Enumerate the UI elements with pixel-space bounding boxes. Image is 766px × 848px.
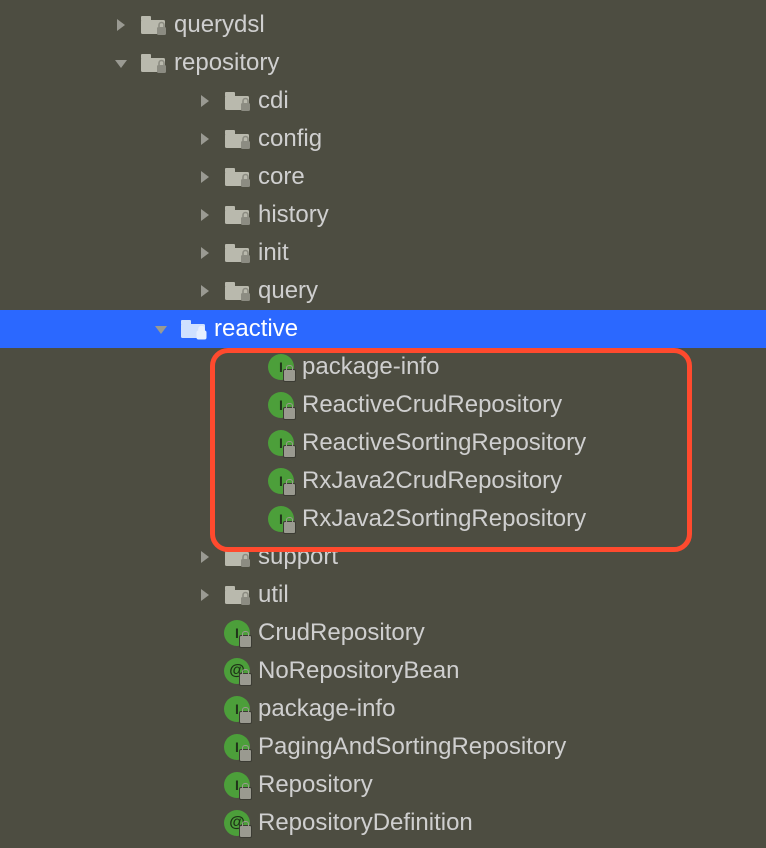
folder-locked-icon bbox=[224, 128, 252, 150]
interface-icon: I bbox=[224, 734, 250, 760]
tree-item-label: package-info bbox=[258, 695, 395, 723]
tree-item-init[interactable]: init bbox=[0, 234, 766, 272]
triangle-right-icon[interactable] bbox=[196, 283, 214, 299]
tree-item-querydsl[interactable]: querydsl bbox=[0, 6, 766, 44]
triangle-right-icon[interactable] bbox=[196, 587, 214, 603]
tree-item-PagingAndSortingRepository[interactable]: I PagingAndSortingRepository bbox=[0, 728, 766, 766]
tree-item-ReactiveSortingRepository[interactable]: I ReactiveSortingRepository bbox=[0, 424, 766, 462]
tree-item-label: support bbox=[258, 543, 338, 571]
tree-item-label: RxJava2SortingRepository bbox=[302, 505, 586, 533]
tree-item-pkg-info-2[interactable]: Ipackage-info bbox=[0, 690, 766, 728]
triangle-right-icon[interactable] bbox=[196, 131, 214, 147]
tree-item-RxJava2SortingRepository[interactable]: I RxJava2SortingRepository bbox=[0, 500, 766, 538]
tree-item-label: util bbox=[258, 581, 289, 609]
tree-item-label: ReactiveSortingRepository bbox=[302, 429, 586, 457]
tree-item-NoRepositoryBean[interactable]: @ NoRepositoryBean bbox=[0, 652, 766, 690]
annotation-icon: @ bbox=[224, 810, 250, 836]
tree-item-util[interactable]: util bbox=[0, 576, 766, 614]
tree-item-label: reactive bbox=[214, 315, 298, 343]
tree-item-RepositoryDefinition[interactable]: @ RepositoryDefinition bbox=[0, 804, 766, 842]
tree-item-support[interactable]: support bbox=[0, 538, 766, 576]
tree-item-Repository[interactable]: I Repository bbox=[0, 766, 766, 804]
tree-item-label: core bbox=[258, 163, 305, 191]
tree-item-label: config bbox=[258, 125, 322, 153]
tree-item-RxJava2CrudRepository[interactable]: I RxJava2CrudRepository bbox=[0, 462, 766, 500]
folder-locked-icon bbox=[224, 546, 252, 568]
tree-item-history[interactable]: history bbox=[0, 196, 766, 234]
triangle-right-icon[interactable] bbox=[196, 207, 214, 223]
tree-item-label: Repository bbox=[258, 771, 373, 799]
folder-locked-icon bbox=[224, 166, 252, 188]
triangle-right-icon[interactable] bbox=[196, 549, 214, 565]
interface-icon: I bbox=[268, 430, 294, 456]
tree-item-pkg-info-1[interactable]: Ipackage-info bbox=[0, 348, 766, 386]
folder-locked-icon bbox=[224, 204, 252, 226]
tree-item-label: query bbox=[258, 277, 318, 305]
tree-item-label: init bbox=[258, 239, 289, 267]
folder-locked-icon bbox=[224, 584, 252, 606]
tree-item-label: cdi bbox=[258, 87, 289, 115]
interface-icon: I bbox=[268, 506, 294, 532]
annotation-icon: @ bbox=[224, 658, 250, 684]
folder-locked-icon bbox=[224, 242, 252, 264]
triangle-right-icon[interactable] bbox=[196, 93, 214, 109]
folder-locked-icon bbox=[224, 280, 252, 302]
tree-item-cdi[interactable]: cdi bbox=[0, 82, 766, 120]
tree-item-reactive[interactable]: reactive bbox=[0, 310, 766, 348]
folder-locked-icon bbox=[140, 14, 168, 36]
tree-item-core[interactable]: core bbox=[0, 158, 766, 196]
tree-item-label: repository bbox=[174, 49, 279, 77]
folder-locked-icon bbox=[140, 52, 168, 74]
interface-icon: I bbox=[224, 620, 250, 646]
tree-item-CrudRepository[interactable]: I CrudRepository bbox=[0, 614, 766, 652]
folder-locked-icon bbox=[224, 90, 252, 112]
triangle-right-icon[interactable] bbox=[196, 169, 214, 185]
tree-item-label: RxJava2CrudRepository bbox=[302, 467, 562, 495]
tree-item-ReactiveCrudRepository[interactable]: I ReactiveCrudRepository bbox=[0, 386, 766, 424]
triangle-down-icon[interactable] bbox=[152, 321, 170, 337]
tree-item-query[interactable]: query bbox=[0, 272, 766, 310]
folder-locked-icon bbox=[180, 318, 208, 340]
interface-icon: I bbox=[268, 354, 294, 380]
tree-item-label: CrudRepository bbox=[258, 619, 425, 647]
tree-item-label: querydsl bbox=[174, 11, 265, 39]
tree-item-label: package-info bbox=[302, 353, 439, 381]
tree-item-label: PagingAndSortingRepository bbox=[258, 733, 566, 761]
tree-item-label: RepositoryDefinition bbox=[258, 809, 473, 837]
triangle-right-icon[interactable] bbox=[112, 17, 130, 33]
interface-icon: I bbox=[268, 468, 294, 494]
tree-item-label: history bbox=[258, 201, 329, 229]
interface-icon: I bbox=[224, 696, 250, 722]
tree-item-label: NoRepositoryBean bbox=[258, 657, 459, 685]
tree-item-repository[interactable]: repository bbox=[0, 44, 766, 82]
triangle-down-icon[interactable] bbox=[112, 55, 130, 71]
interface-icon: I bbox=[268, 392, 294, 418]
tree-item-label: ReactiveCrudRepository bbox=[302, 391, 562, 419]
tree-item-config[interactable]: config bbox=[0, 120, 766, 158]
triangle-right-icon[interactable] bbox=[196, 245, 214, 261]
interface-icon: I bbox=[224, 772, 250, 798]
